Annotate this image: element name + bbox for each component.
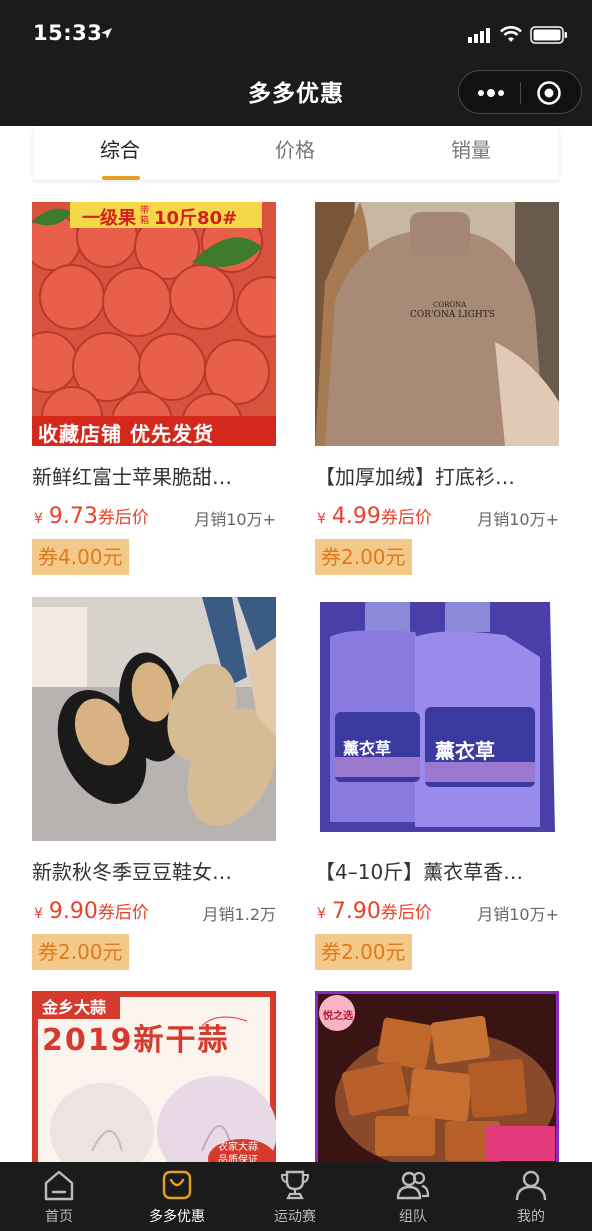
signal-icon (468, 28, 490, 43)
price-row: ¥9.73券后价 月销10万+ (32, 503, 276, 531)
product-price: ¥9.90券后价 (34, 899, 149, 924)
product-price: ¥7.90券后价 (317, 899, 432, 924)
product-card[interactable]: 一级果 带箱 10斤80# 收藏店铺 优先发货 新鲜红富士苹果脆甜… ¥9.73… (29, 202, 276, 582)
user-icon (515, 1170, 547, 1201)
tab-label: 组队 (399, 1209, 427, 1225)
screen: 15:33 多多优惠 综合 价格 销量 一级果 带箱 10斤80# 收藏店铺 优… (0, 0, 592, 1231)
product-image-detergent[interactable]: 薰衣草 薰衣草 (315, 597, 559, 841)
product-image-apples[interactable]: 一级果 带箱 10斤80# 收藏店铺 优先发货 (32, 202, 276, 446)
close-miniprogram-icon[interactable] (536, 80, 562, 106)
location-arrow-icon (101, 28, 112, 39)
snack-brand-badge: 悦之选 (323, 1011, 353, 1022)
sort-tab-price[interactable]: 价格 (275, 134, 315, 180)
tab-label: 运动赛 (274, 1209, 316, 1225)
trophy-icon (280, 1170, 310, 1200)
wifi-icon (500, 26, 522, 42)
apple-banner-grade: 一级果 (82, 208, 136, 229)
product-name: 【加厚加绒】打底衫… (315, 465, 515, 489)
apple-banner-weight: 10斤80# (154, 208, 238, 229)
product-name: 新款秋冬季豆豆鞋女… (32, 860, 232, 884)
sort-tab-comprehensive[interactable]: 综合 (100, 134, 140, 180)
tab-label: 首页 (45, 1209, 73, 1225)
tab-team[interactable]: 组队 (354, 1162, 472, 1231)
sort-tab-label: 综合 (100, 138, 140, 162)
coupon-badge: 券2.00元 (312, 539, 412, 575)
battery-icon (530, 26, 567, 44)
sort-tab-label: 销量 (451, 138, 491, 162)
apple-banner-small: 带箱 (140, 206, 150, 226)
capsule-divider (520, 82, 521, 104)
status-bar: 15:33 (0, 0, 592, 70)
shirt-print-line1: CORONA (433, 301, 467, 309)
bag-icon (162, 1170, 192, 1200)
monthly-sales: 月销1.2万 (202, 905, 276, 924)
more-icon[interactable] (475, 82, 507, 104)
product-image-sweater[interactable]: CORONA COR'ONA LIGHTS (315, 202, 559, 446)
tab-home[interactable]: 首页 (0, 1162, 118, 1231)
monthly-sales: 月销10万+ (477, 905, 559, 924)
top-bar: 15:33 多多优惠 (0, 0, 592, 126)
tab-sports[interactable]: 运动赛 (236, 1162, 354, 1231)
product-name: 新鲜红富士苹果脆甜… (32, 465, 232, 489)
home-icon (44, 1170, 74, 1201)
product-card[interactable]: 新款秋冬季豆豆鞋女… ¥9.90券后价 月销1.2万 券2.00元 (29, 597, 276, 977)
tab-mine[interactable]: 我的 (472, 1162, 590, 1231)
bottom-tab-bar: 首页 多多优惠 运动赛 组队 我的 (0, 1162, 592, 1231)
detergent-label-left: 薰衣草 (343, 739, 392, 758)
product-card[interactable]: 金乡大蒜 2019新干蒜 农家大蒜 品质保证 (32, 991, 276, 1231)
product-card[interactable]: 悦之选 (315, 991, 559, 1231)
status-time: 15:33 (33, 21, 103, 45)
monthly-sales: 月销10万+ (477, 510, 559, 529)
sort-bar: 综合 价格 销量 (33, 126, 559, 180)
apple-banner-bottom: 收藏店铺 优先发货 (38, 422, 214, 446)
coupon-badge: 券2.00元 (312, 934, 412, 970)
product-price: ¥9.73券后价 (34, 504, 149, 529)
team-icon (396, 1171, 430, 1200)
product-name: 【4–10斤】薰衣草香… (315, 860, 524, 884)
product-image-shoes[interactable] (32, 597, 276, 841)
tab-deals[interactable]: 多多优惠 (118, 1162, 236, 1231)
product-card[interactable]: 薰衣草 薰衣草 【4–10斤】薰衣草香… ¥7.90券后价 月销10万+ 券2.… (312, 597, 559, 977)
tab-label: 多多优惠 (149, 1209, 205, 1225)
product-card[interactable]: CORONA COR'ONA LIGHTS 【加厚加绒】打底衫… ¥4.99券后… (312, 202, 559, 582)
price-row: ¥4.99券后价 月销10万+ (315, 503, 559, 531)
monthly-sales: 月销10万+ (194, 510, 276, 529)
tab-label: 我的 (517, 1209, 545, 1225)
shirt-print-line2: COR'ONA LIGHTS (410, 310, 495, 320)
price-row: ¥7.90券后价 月销10万+ (315, 898, 559, 926)
sort-tab-label: 价格 (275, 138, 315, 162)
coupon-badge: 券4.00元 (29, 539, 129, 575)
garlic-banner-title: 2019新干蒜 (42, 1023, 230, 1058)
coupon-badge: 券2.00元 (29, 934, 129, 970)
sort-tab-sales[interactable]: 销量 (451, 134, 491, 180)
price-row: ¥9.90券后价 月销1.2万 (32, 898, 276, 926)
active-tab-indicator (102, 176, 140, 180)
miniprogram-capsule (458, 70, 582, 114)
product-price: ¥4.99券后价 (317, 504, 432, 529)
detergent-label-right: 薰衣草 (435, 739, 495, 763)
